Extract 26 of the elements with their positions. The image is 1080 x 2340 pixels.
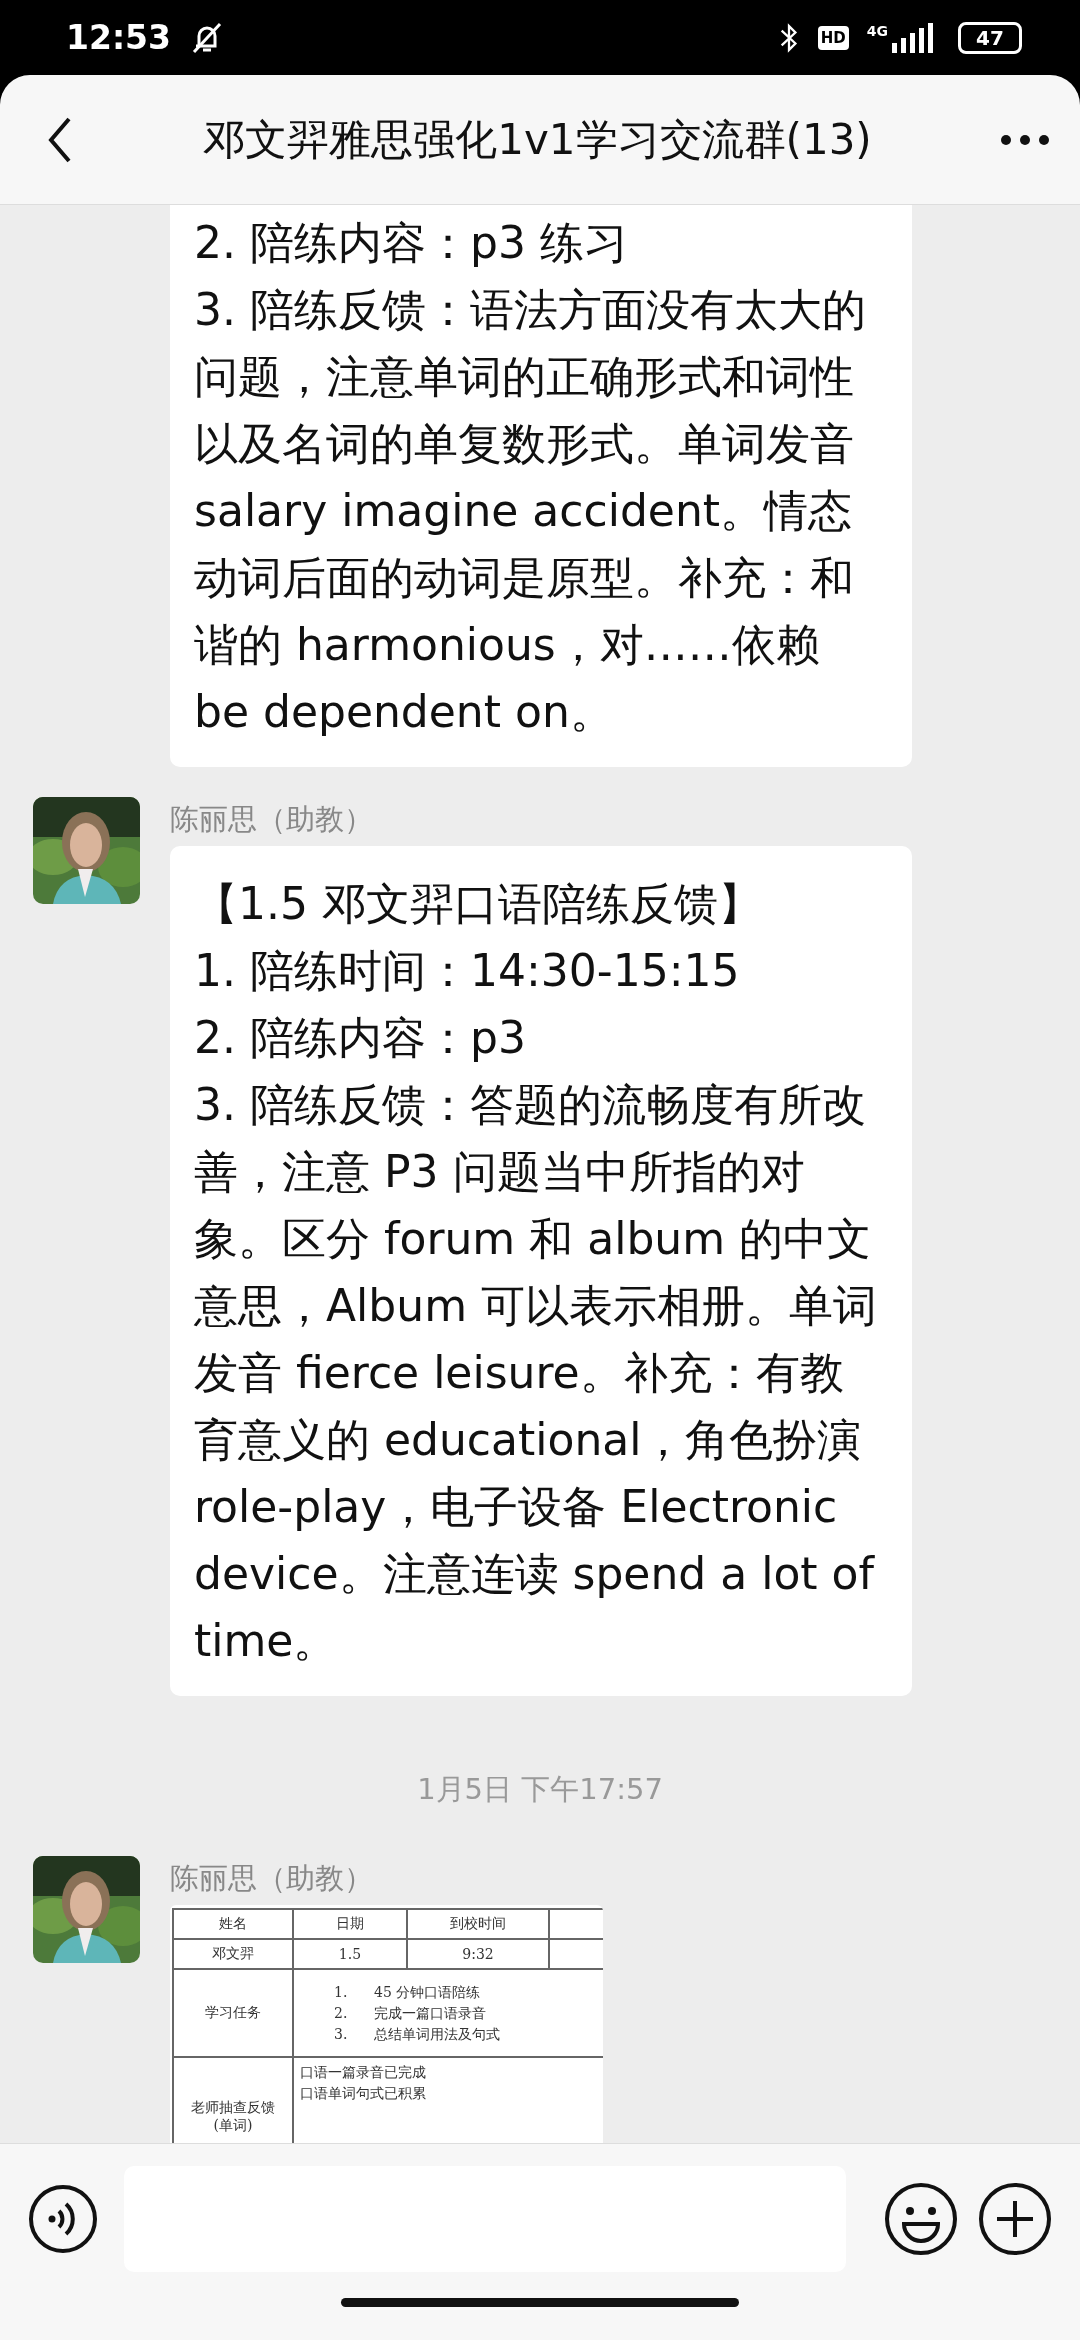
table-image[interactable]: 姓名 日期 到校时间 邓文羿 1.5 9:32 学习任务 1. 45 分钟口语陪练 2. 完成一篇口语录音 3. 总结单词用法及句式 老师抽查反馈 (单词) 口语一篇录音已完成 口语单词句式已积累 (170, 1905, 603, 2143)
message-text: 3. 陪练反馈：语法方面没有太大的问题，注意单词的正确形式和词性以及名词的单复数形式。单词发音 salary imagine accident。情态动词后面的动词是原型。补充：和谐的 harmonious，对……依赖 be dependent on。 (194, 283, 867, 739)
table-cell: 姓名 (173, 1909, 293, 1939)
message-text: 2. 陪练内容：p3 练习 (194, 216, 629, 270)
plus-icon[interactable] (978, 2182, 1052, 2256)
battery-level: 47 (976, 25, 1004, 50)
message-text: 1. 陪练时间：14:30-15:15 (194, 944, 741, 998)
clock-time: 12:53 (66, 18, 172, 57)
table-cell: 学习任务 (173, 1969, 293, 2057)
voice-icon[interactable] (28, 2184, 98, 2254)
sender-name: 陈丽思（助教） (170, 801, 373, 838)
message-text: 2. 陪练内容：p3 (194, 1011, 527, 1065)
table-cell: 邓文羿 (173, 1939, 293, 1969)
emoji-icon[interactable] (884, 2182, 958, 2256)
table-cell: 日期 (293, 1909, 407, 1939)
table-cell: 到校时间 (407, 1909, 549, 1939)
table-cell: 9:32 (407, 1939, 549, 1969)
chat-title: 邓文羿雅思强化1v1学习交流群(13) (202, 113, 873, 166)
sender-name: 陈丽思（助教） (170, 1860, 373, 1897)
more-icon[interactable] (1000, 133, 1050, 146)
timestamp: 1月5日 下午17:57 (417, 1771, 663, 1808)
hd-badge: HD (817, 25, 849, 50)
table-cell: 1.5 (293, 1939, 407, 1969)
message-text: 3. 陪练反馈：答题的流畅度有所改善，注意 P3 问题当中所指的对象。区分 forum 和 album 的中文意思，Album 可以表示相册。单词发音 fierce leisure。补充：有教育意义的 educational，角色扮演 role-play，电子设备 Electronic device。注意连读 spend a lot of time。 (194, 1078, 878, 1668)
message-text: 【1.5 邓文羿口语陪练反馈】 (194, 877, 763, 931)
network-type: 4G (866, 22, 888, 39)
